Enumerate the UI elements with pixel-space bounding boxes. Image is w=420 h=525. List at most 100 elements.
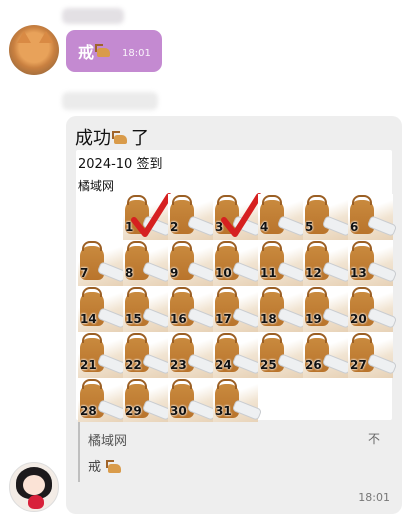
deer-antler-shape xyxy=(82,241,102,251)
blurred-sender-name xyxy=(62,8,124,24)
calendar-day: 31 xyxy=(213,378,263,424)
deer-antler-shape xyxy=(352,333,372,343)
day-number: 10 xyxy=(215,266,232,280)
deer-antler-shape xyxy=(307,195,327,205)
deer-antler-shape xyxy=(82,333,102,343)
day-number: 2 xyxy=(170,220,179,234)
calendar-day: 12 xyxy=(303,240,353,286)
heart-icon xyxy=(28,495,44,509)
deer-antler-shape xyxy=(127,379,147,389)
message-text: 戒 xyxy=(78,43,95,62)
deer-antler-shape xyxy=(352,241,372,251)
deer-antler-shape xyxy=(217,287,237,297)
day-number: 14 xyxy=(80,312,97,326)
deer-antler-shape xyxy=(262,241,282,251)
calendar-day: 5 xyxy=(303,194,353,240)
deer-antler-shape xyxy=(352,287,372,297)
deer-antler-shape xyxy=(217,241,237,251)
face-shape xyxy=(23,475,45,495)
calendar-day: 21 xyxy=(78,332,128,378)
deer-emoji-icon xyxy=(105,459,123,476)
calendar-day: 19 xyxy=(303,286,353,332)
cat-avatar[interactable] xyxy=(9,25,59,75)
deer-antler-shape xyxy=(352,195,372,205)
day-number: 29 xyxy=(125,404,142,418)
calendar-day: 1 xyxy=(123,193,173,240)
deer-antler-shape xyxy=(172,333,192,343)
day-number: 21 xyxy=(80,358,97,372)
cat-ear-icon xyxy=(17,31,31,43)
day-number: 24 xyxy=(215,358,232,372)
day-number: 27 xyxy=(350,358,367,372)
calendar-day: 10 xyxy=(213,240,263,286)
calendar-day: 18 xyxy=(258,286,308,332)
day-number: 25 xyxy=(260,358,277,372)
deer-antler-shape xyxy=(217,333,237,343)
deer-antler-shape xyxy=(127,333,147,343)
day-number: 18 xyxy=(260,312,277,326)
checkmark-icon xyxy=(221,193,261,237)
card-time: 18:01 xyxy=(358,491,390,504)
day-number: 19 xyxy=(305,312,322,326)
day-number: 5 xyxy=(305,220,314,234)
day-number: 11 xyxy=(260,266,277,280)
deer-antler-shape xyxy=(82,379,102,389)
blurred-sender-name xyxy=(62,92,158,110)
calendar-day: 8 xyxy=(123,240,173,286)
quote-sender: 橘域网 xyxy=(88,434,128,449)
deer-emoji-icon xyxy=(94,43,112,60)
deer-antler-shape xyxy=(172,241,192,251)
deer-antler-shape xyxy=(262,287,282,297)
checkin-card[interactable]: 成功了 2024-10 签到 橘域网 1 2 3 4 5 6 7 8 9 10 11 12 13 14 15… xyxy=(66,116,402,514)
deer-antler-shape xyxy=(307,241,327,251)
checkmark-icon xyxy=(131,193,171,237)
quote-bar xyxy=(78,422,80,482)
day-number: 4 xyxy=(260,220,269,234)
quoted-message[interactable]: 橘域网 不 戒 xyxy=(76,422,392,482)
day-number: 20 xyxy=(350,312,367,326)
calendar-month: 2024-10 签到 xyxy=(78,157,163,172)
day-number: 17 xyxy=(215,312,232,326)
calendar-day: 6 xyxy=(348,194,398,240)
calendar-day: 4 xyxy=(258,194,308,240)
deer-antler-shape xyxy=(127,241,147,251)
day-number: 15 xyxy=(125,312,142,326)
deer-antler-shape xyxy=(307,333,327,343)
deer-antler-shape xyxy=(127,287,147,297)
calendar-day: 25 xyxy=(258,332,308,378)
card-title-text: 成功 xyxy=(75,128,111,149)
day-number: 28 xyxy=(80,404,97,418)
day-number: 7 xyxy=(80,266,89,280)
calendar-day: 9 xyxy=(168,240,218,286)
message-time: 18:01 xyxy=(122,47,151,59)
deer-antler-shape xyxy=(217,379,237,389)
user-avatar[interactable] xyxy=(9,462,59,512)
calendar-org: 橘域网 xyxy=(78,179,115,193)
calendar-day: 30 xyxy=(168,378,218,424)
day-number: 23 xyxy=(170,358,187,372)
deer-antler-shape xyxy=(262,195,282,205)
day-number: 13 xyxy=(350,266,367,280)
calendar-day: 27 xyxy=(348,332,398,378)
day-number: 6 xyxy=(350,220,359,234)
day-number: 30 xyxy=(170,404,187,418)
quote-message-text: 戒 xyxy=(88,460,102,475)
day-number: 8 xyxy=(125,266,134,280)
quote-right-text: 不 xyxy=(367,432,380,446)
deer-antler-shape xyxy=(307,287,327,297)
calendar-day: 26 xyxy=(303,332,353,378)
calendar-day: 29 xyxy=(123,378,173,424)
deer-antler-shape xyxy=(82,287,102,297)
calendar-day: 13 xyxy=(348,240,398,286)
calendar-day: 7 xyxy=(78,240,128,286)
day-number: 9 xyxy=(170,266,179,280)
day-number: 26 xyxy=(305,358,322,372)
calendar-day: 2 xyxy=(168,194,218,240)
deer-emoji-icon xyxy=(111,130,131,148)
deer-antler-shape xyxy=(262,333,282,343)
message-bubble[interactable]: 戒 18:01 xyxy=(66,30,162,72)
day-number: 12 xyxy=(305,266,322,280)
deer-antler-shape xyxy=(172,287,192,297)
day-number: 22 xyxy=(125,358,142,372)
card-title: 成功了 xyxy=(75,124,149,150)
